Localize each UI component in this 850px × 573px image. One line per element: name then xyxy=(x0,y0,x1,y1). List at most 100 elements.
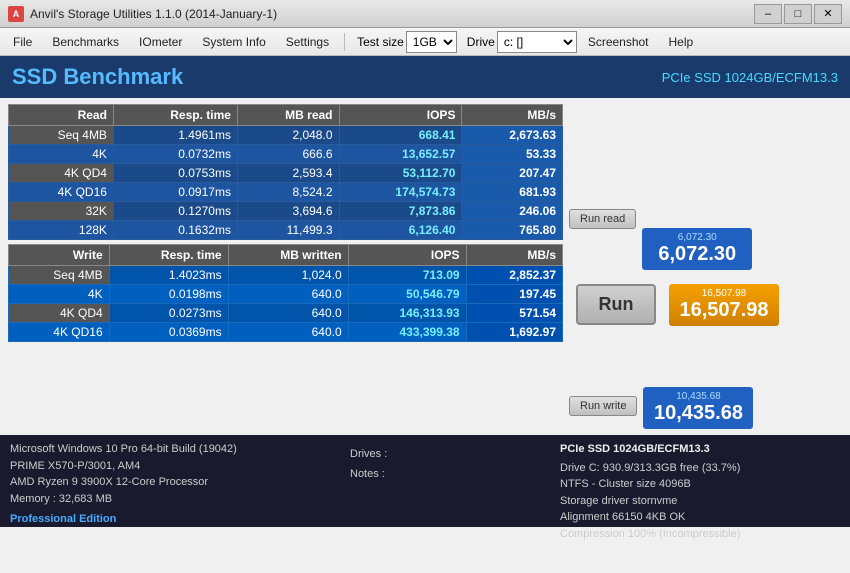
total-score-label: 16,507.98 xyxy=(677,288,771,299)
col-write: Write xyxy=(9,245,110,266)
iops: 433,399.38 xyxy=(348,323,466,342)
resp-time: 0.1632ms xyxy=(113,221,237,240)
col-read: Read xyxy=(9,105,114,126)
menu-benchmarks[interactable]: Benchmarks xyxy=(43,31,128,53)
mbps: 571.54 xyxy=(466,304,562,323)
footer-motherboard: PRIME X570-P/3001, AM4 xyxy=(10,458,340,475)
table-row: 4K QD16 0.0369ms 640.0 433,399.38 1,692.… xyxy=(9,323,563,342)
footer-memory: Memory : 32,683 MB xyxy=(10,491,340,508)
test-size-label: Test size xyxy=(357,35,404,49)
minimize-button[interactable]: – xyxy=(754,4,782,24)
iops: 174,574.73 xyxy=(339,183,462,202)
separator xyxy=(344,33,345,51)
iops: 713.09 xyxy=(348,266,466,285)
mb-read: 2,048.0 xyxy=(237,126,339,145)
menu-iometer[interactable]: IOmeter xyxy=(130,31,191,53)
table-row: 4K QD4 0.0273ms 640.0 146,313.93 571.54 xyxy=(9,304,563,323)
main-content: Read Resp. time MB read IOPS MB/s Seq 4M… xyxy=(0,98,850,435)
drive-label: Drive xyxy=(467,35,495,49)
mbps: 2,673.63 xyxy=(462,126,563,145)
resp-time: 1.4961ms xyxy=(113,126,237,145)
window-controls: – □ ✕ xyxy=(754,4,842,24)
run-read-row: Run read 6,072.30 6,072.30 xyxy=(569,168,779,270)
mbps: 53.33 xyxy=(462,145,563,164)
col-mb-written: MB written xyxy=(228,245,348,266)
footer-drive-c: Drive C: 930.9/313.3GB free (33.7%) xyxy=(560,460,840,477)
run-button[interactable]: Run xyxy=(576,284,656,325)
test-size-select[interactable]: 1GB xyxy=(406,31,457,53)
iops: 50,546.79 xyxy=(348,285,466,304)
drive-select[interactable]: c: [] xyxy=(497,31,577,53)
row-label: 4K QD4 xyxy=(9,304,110,323)
table-row: Seq 4MB 1.4961ms 2,048.0 668.41 2,673.63 xyxy=(9,126,563,145)
mbps: 246.06 xyxy=(462,202,563,221)
iops: 668.41 xyxy=(339,126,462,145)
mb-read: 11,499.3 xyxy=(237,221,339,240)
read-score-box: 6,072.30 6,072.30 xyxy=(642,228,752,270)
resp-time: 0.1270ms xyxy=(113,202,237,221)
col-iops: IOPS xyxy=(348,245,466,266)
col-mbs: MB/s xyxy=(466,245,562,266)
footer: Microsoft Windows 10 Pro 64-bit Build (1… xyxy=(0,435,850,527)
mbps: 2,852.37 xyxy=(466,266,562,285)
resp-time: 0.0917ms xyxy=(113,183,237,202)
table-row: 4K 0.0732ms 666.6 13,652.57 53.33 xyxy=(9,145,563,164)
menu-file[interactable]: File xyxy=(4,31,41,53)
close-button[interactable]: ✕ xyxy=(814,4,842,24)
row-label: 4K QD4 xyxy=(9,164,114,183)
menu-bar: File Benchmarks IOmeter System Info Sett… xyxy=(0,28,850,56)
table-row: 4K 0.0198ms 640.0 50,546.79 197.45 xyxy=(9,285,563,304)
title-bar-text: Anvil's Storage Utilities 1.1.0 (2014-Ja… xyxy=(30,7,277,21)
mb-written: 640.0 xyxy=(228,304,348,323)
col-iops: IOPS xyxy=(339,105,462,126)
row-label: 4K QD16 xyxy=(9,323,110,342)
resp-time: 0.0753ms xyxy=(113,164,237,183)
resp-time: 0.0273ms xyxy=(109,304,228,323)
mbps: 207.47 xyxy=(462,164,563,183)
right-panel: Run read 6,072.30 6,072.30 Run 16,507.98… xyxy=(569,104,779,429)
menu-screenshot[interactable]: Screenshot xyxy=(579,31,658,53)
row-label: Seq 4MB xyxy=(9,126,114,145)
resp-time: 0.0198ms xyxy=(109,285,228,304)
total-score-value: 16,507.98 xyxy=(677,299,771,322)
iops: 7,873.86 xyxy=(339,202,462,221)
mbps: 765.80 xyxy=(462,221,563,240)
footer-storage-driver: Storage driver stornvme xyxy=(560,493,840,510)
menu-help[interactable]: Help xyxy=(660,31,703,53)
menu-settings[interactable]: Settings xyxy=(277,31,338,53)
write-table: Write Resp. time MB written IOPS MB/s Se… xyxy=(8,244,563,342)
row-label: 32K xyxy=(9,202,114,221)
run-row: Run 16,507.98 16,507.98 xyxy=(569,280,779,329)
mb-written: 1,024.0 xyxy=(228,266,348,285)
run-read-button[interactable]: Run read xyxy=(569,209,636,229)
read-table-header: Read Resp. time MB read IOPS MB/s xyxy=(9,105,563,126)
table-row: 128K 0.1632ms 11,499.3 6,126.40 765.80 xyxy=(9,221,563,240)
col-resp-time: Resp. time xyxy=(109,245,228,266)
iops: 13,652.57 xyxy=(339,145,462,164)
write-score-label: 10,435.68 xyxy=(651,391,745,402)
row-label: 4K xyxy=(9,145,114,164)
row-label: Seq 4MB xyxy=(9,266,110,285)
footer-drives-label: Drives : xyxy=(350,445,550,465)
app-subtitle: PCIe SSD 1024GB/ECFM13.3 xyxy=(662,70,838,85)
read-table: Read Resp. time MB read IOPS MB/s Seq 4M… xyxy=(8,104,563,240)
col-mbs: MB/s xyxy=(462,105,563,126)
write-score-value: 10,435.68 xyxy=(651,402,745,425)
col-resp-time: Resp. time xyxy=(113,105,237,126)
footer-notes-label: Notes : xyxy=(350,465,550,485)
write-table-header: Write Resp. time MB written IOPS MB/s xyxy=(9,245,563,266)
maximize-button[interactable]: □ xyxy=(784,4,812,24)
write-score-box: 10,435.68 10,435.68 xyxy=(643,387,753,429)
table-row: 32K 0.1270ms 3,694.6 7,873.86 246.06 xyxy=(9,202,563,221)
mb-written: 640.0 xyxy=(228,285,348,304)
run-write-button[interactable]: Run write xyxy=(569,396,637,416)
table-row: Seq 4MB 1.4023ms 1,024.0 713.09 2,852.37 xyxy=(9,266,563,285)
app-header: SSD Benchmark PCIe SSD 1024GB/ECFM13.3 xyxy=(0,56,850,98)
menu-system-info[interactable]: System Info xyxy=(193,31,274,53)
title-bar: A Anvil's Storage Utilities 1.1.0 (2014-… xyxy=(0,0,850,28)
footer-ntfs: NTFS - Cluster size 4096B xyxy=(560,476,840,493)
footer-cpu: AMD Ryzen 9 3900X 12-Core Processor xyxy=(10,474,340,491)
app-icon: A xyxy=(8,6,24,22)
row-label: 4K QD16 xyxy=(9,183,114,202)
mbps: 1,692.97 xyxy=(466,323,562,342)
